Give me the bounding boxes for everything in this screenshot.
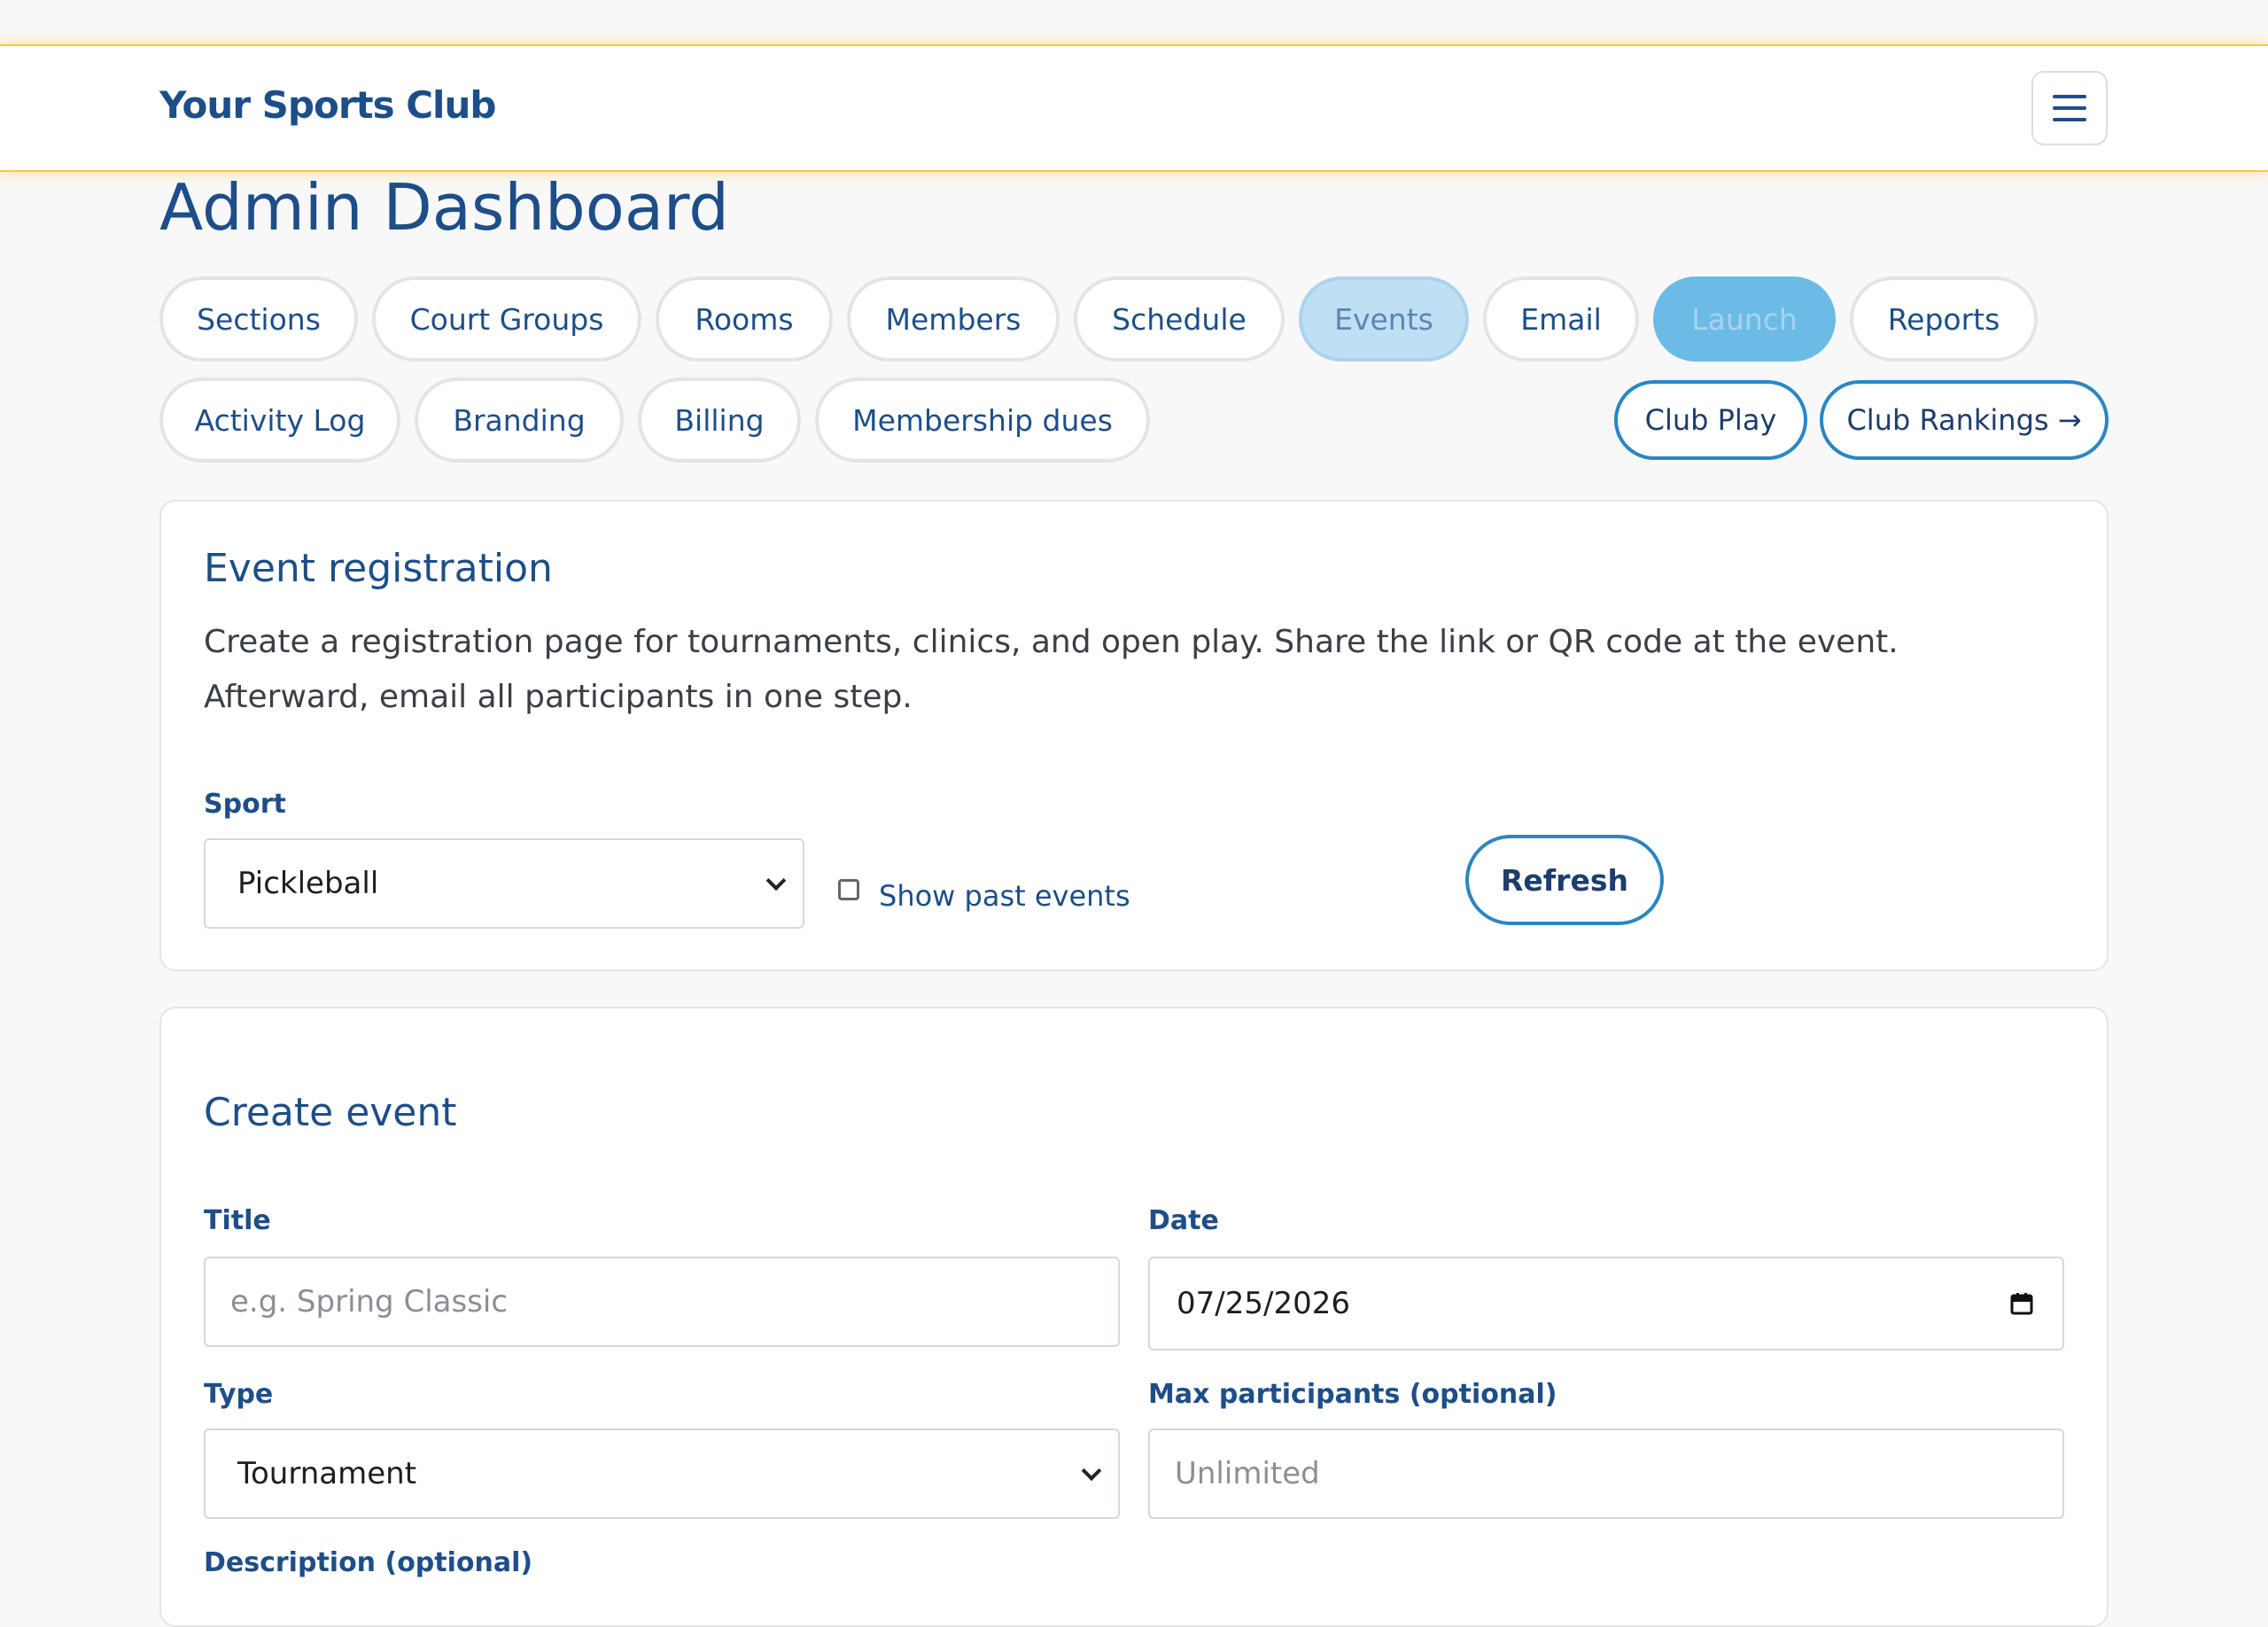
title-label: Title — [204, 1205, 271, 1236]
title-input[interactable]: e.g. Spring Classic — [204, 1257, 1120, 1347]
tab-branding[interactable]: Branding — [415, 378, 624, 463]
refresh-button[interactable]: Refresh — [1465, 835, 1664, 925]
sport-select[interactable]: Pickleball — [204, 838, 804, 929]
type-select[interactable]: Tournament — [204, 1428, 1120, 1519]
page-title: Admin Dashboard — [159, 170, 729, 245]
tab-email[interactable]: Email — [1483, 276, 1639, 362]
event-registration-title: Event registration — [204, 546, 553, 591]
event-registration-card: Event registration Create a registration… — [159, 500, 2109, 971]
club-rankings-button[interactable]: Club Rankings → — [1820, 380, 2109, 460]
show-past-events-label[interactable]: Show past events — [879, 879, 1130, 913]
sport-label: Sport — [204, 789, 286, 820]
description-label: Description (optional) — [204, 1547, 533, 1578]
top-strip — [0, 0, 2268, 44]
event-registration-description: Create a registration page for tournamen… — [204, 624, 1899, 715]
max-participants-input[interactable]: Unlimited — [1148, 1428, 2064, 1519]
brand-logo[interactable]: Your Sports Club — [159, 83, 496, 127]
calendar-icon[interactable] — [2009, 1291, 2034, 1316]
club-play-button[interactable]: Club Play — [1614, 380, 1807, 460]
tab-schedule[interactable]: Schedule — [1074, 276, 1285, 362]
hamburger-menu-icon — [2053, 95, 2086, 121]
tab-billing[interactable]: Billing — [638, 378, 801, 463]
tab-reports[interactable]: Reports — [1850, 276, 2038, 362]
tab-membership-dues[interactable]: Membership dues — [815, 378, 1150, 463]
date-input-value: 07/25/2026 — [1177, 1286, 1350, 1321]
tab-court-groups[interactable]: Court Groups — [372, 276, 641, 362]
create-event-title: Create event — [204, 1090, 457, 1135]
site-header: Your Sports Club — [0, 44, 2268, 172]
tab-launch[interactable]: Launch — [1653, 276, 1836, 362]
tab-members[interactable]: Members — [847, 276, 1060, 362]
create-event-card: Create event Title e.g. Spring Classic D… — [159, 1007, 2109, 1627]
date-label: Date — [1148, 1205, 1219, 1236]
menu-button[interactable] — [2031, 71, 2108, 145]
tab-events[interactable]: Events — [1299, 276, 1469, 362]
sport-select-value: Pickleball — [237, 866, 379, 901]
tab-activity-log[interactable]: Activity Log — [159, 378, 400, 463]
type-select-value: Tournament — [237, 1456, 417, 1491]
date-input[interactable]: 07/25/2026 — [1148, 1257, 2064, 1351]
max-participants-label: Max participants (optional) — [1148, 1379, 1557, 1410]
type-label: Type — [204, 1379, 274, 1410]
show-past-events-checkbox[interactable] — [838, 879, 859, 900]
chevron-down-icon — [1081, 1460, 1102, 1482]
chevron-down-icon — [765, 870, 787, 891]
tab-sections[interactable]: Sections — [159, 276, 358, 362]
tab-rooms[interactable]: Rooms — [656, 276, 833, 362]
